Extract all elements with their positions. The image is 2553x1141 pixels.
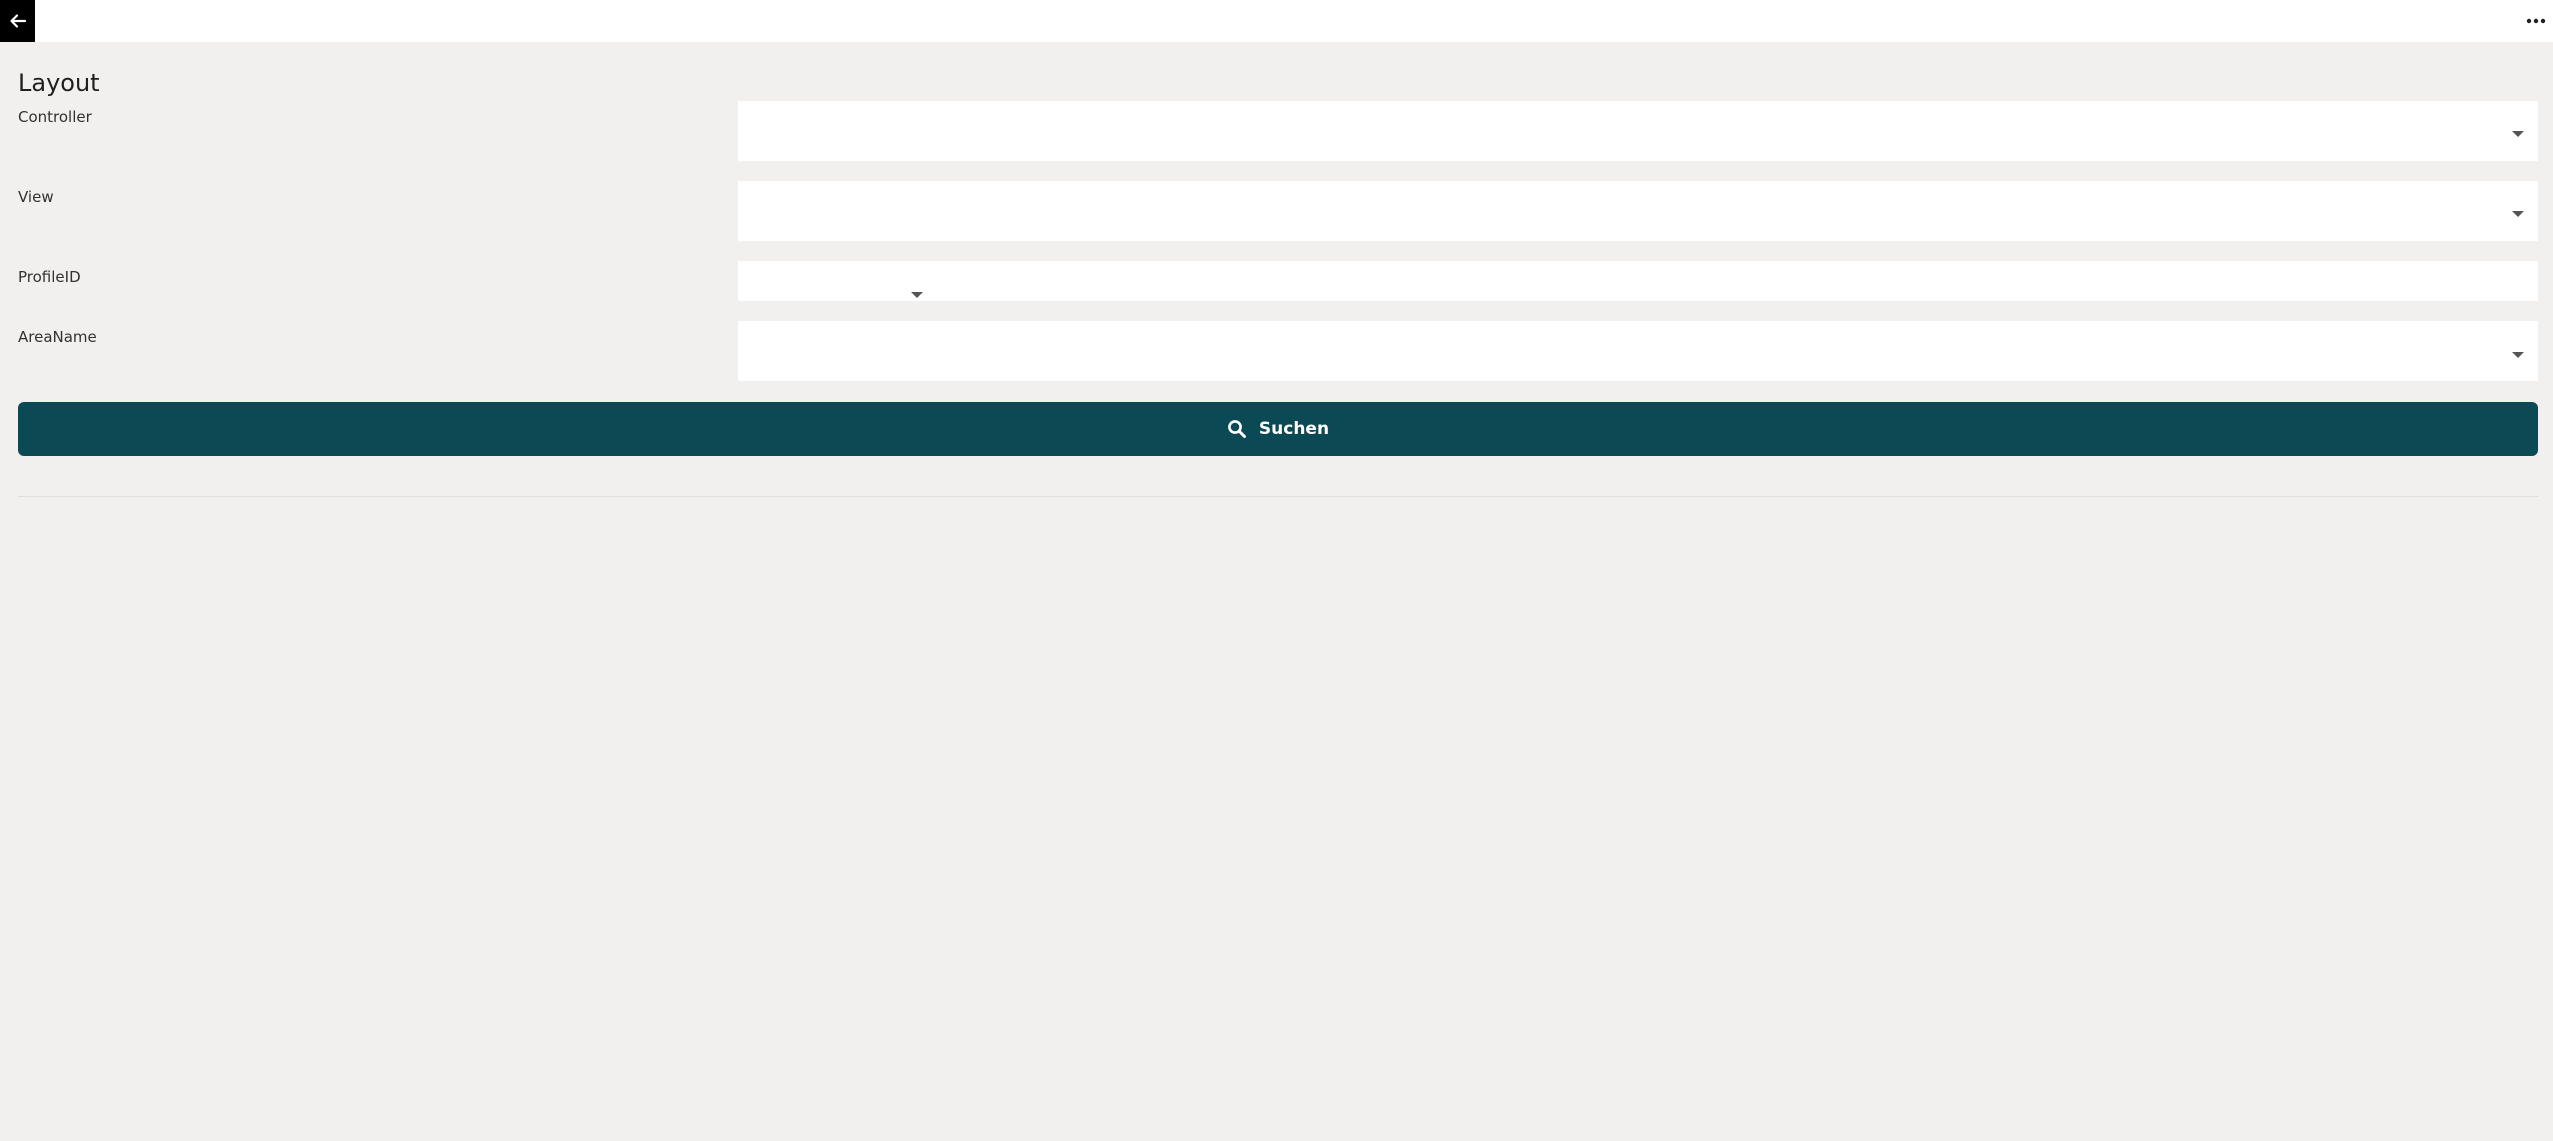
view-label: View [18,188,54,206]
more-horizontal-icon [2526,18,2546,24]
chevron-down-icon [2512,352,2524,358]
top-bar [0,0,2553,42]
page-title: Layout [18,69,100,97]
profileid-dropdown[interactable] [738,261,2538,301]
areaname-dropdown[interactable] [738,321,2538,381]
controller-label: Controller [18,108,92,126]
areaname-label: AreaName [18,328,97,346]
search-button-label: Suchen [1258,419,1330,439]
back-button[interactable] [0,0,35,42]
search-button[interactable]: Suchen [18,402,2538,456]
more-options-button[interactable] [2523,8,2549,34]
view-dropdown[interactable] [738,181,2538,241]
chevron-down-icon [911,292,923,298]
search-icon [1228,420,1246,438]
chevron-down-icon [2512,131,2524,137]
profileid-label: ProfileID [18,268,81,286]
arrow-left-icon [9,14,26,28]
chevron-down-icon [2512,211,2524,217]
divider [18,496,2538,497]
controller-dropdown[interactable] [738,101,2538,161]
